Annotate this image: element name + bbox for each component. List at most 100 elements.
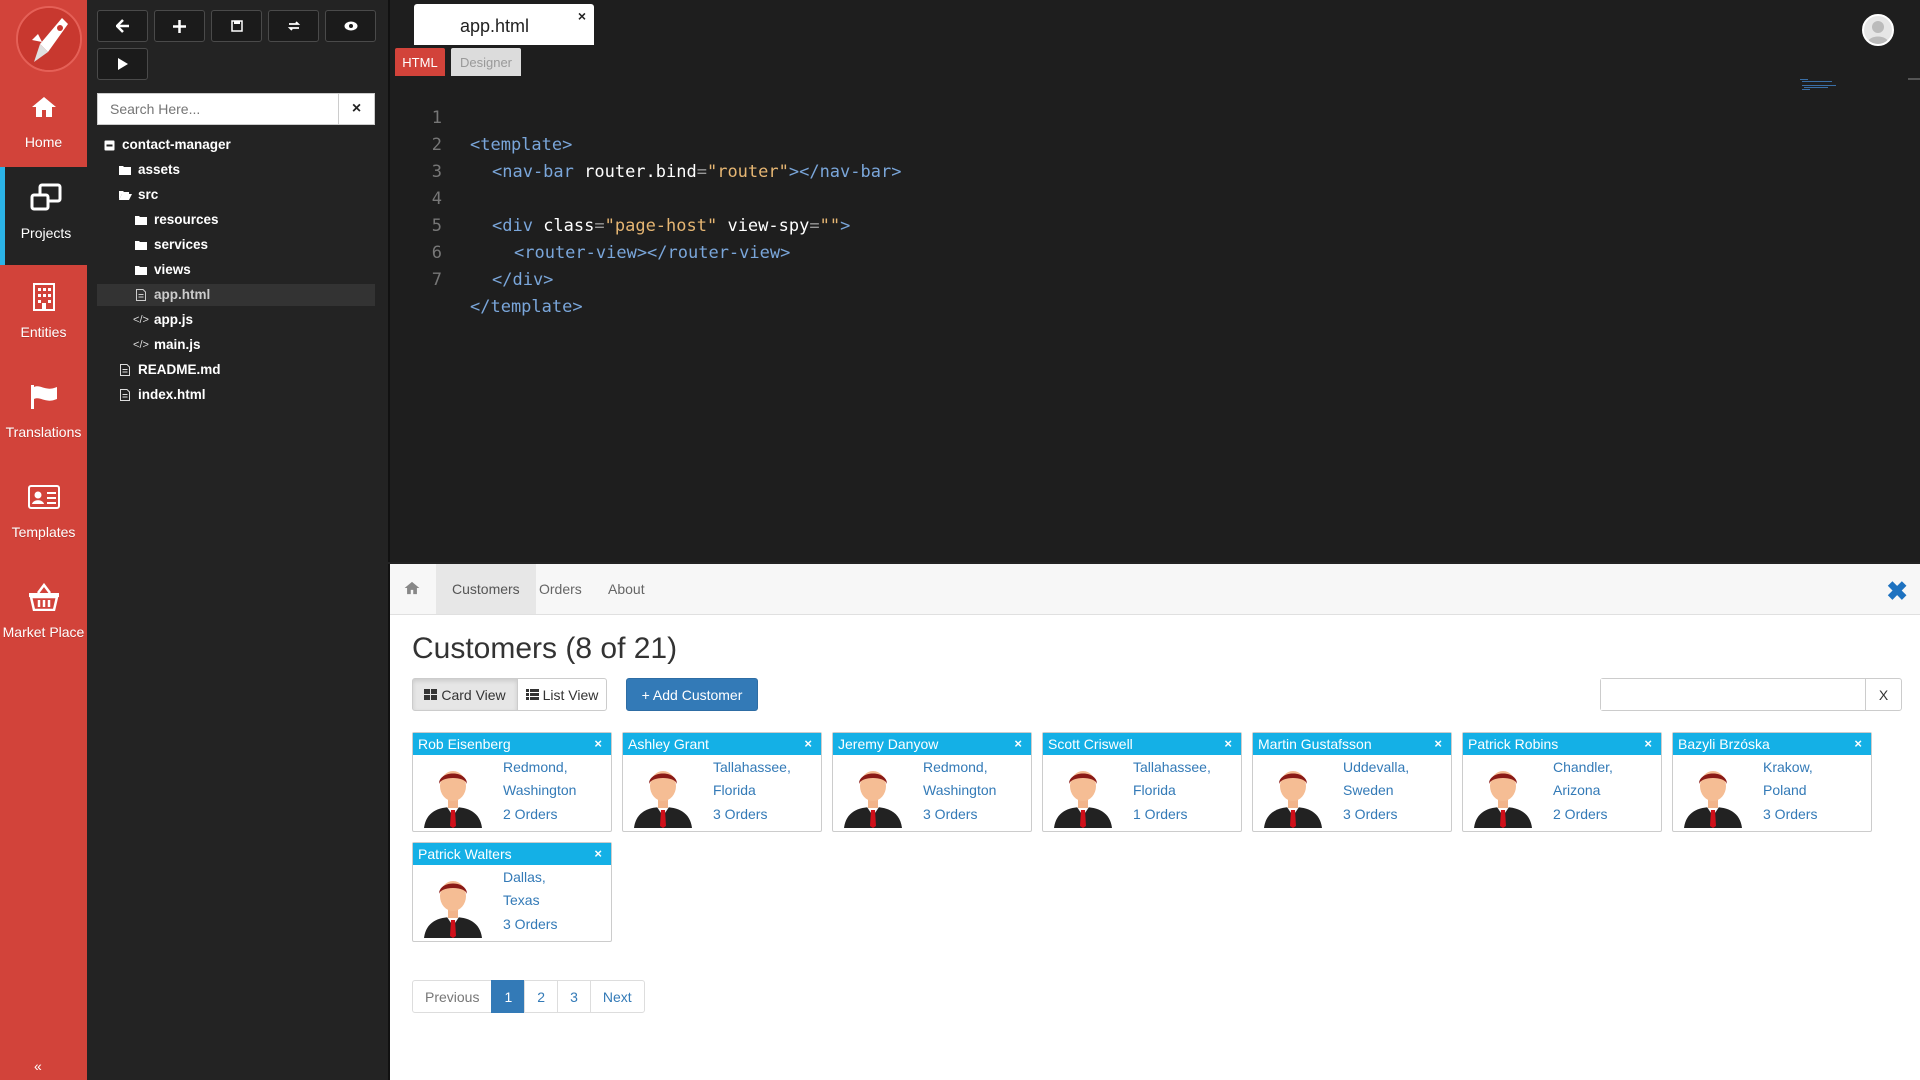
tree-label: assets xyxy=(138,162,181,177)
tab-close-button[interactable]: × xyxy=(578,8,586,24)
remove-customer-button[interactable]: × xyxy=(1854,733,1862,755)
sidebar-label-entities: Entities xyxy=(20,324,67,340)
tree-item-contact-manager[interactable]: contact-manager xyxy=(102,134,231,156)
customer-card[interactable]: Patrick Robins × Chandler, Arizona 2 Orders xyxy=(1462,732,1662,832)
home-nav-icon[interactable] xyxy=(404,581,420,600)
remove-customer-button[interactable]: × xyxy=(1644,733,1652,755)
customer-card[interactable]: Jeremy Danyow × Redmond, Washington 3 Orders xyxy=(832,732,1032,832)
refresh-button[interactable] xyxy=(268,10,319,42)
customer-region: Washington xyxy=(923,782,997,798)
back-button[interactable] xyxy=(97,10,148,42)
run-button[interactable] xyxy=(97,48,148,80)
pagination-page-1[interactable]: 1 xyxy=(491,980,526,1013)
save-icon xyxy=(230,20,243,32)
app-logo[interactable] xyxy=(16,6,82,72)
search-input[interactable] xyxy=(98,94,340,124)
customer-orders-link[interactable]: 3 Orders xyxy=(503,916,557,932)
tree-item-main-js[interactable]: </> main.js xyxy=(133,334,200,356)
customer-orders-link[interactable]: 3 Orders xyxy=(1343,806,1397,822)
customer-orders-link[interactable]: 2 Orders xyxy=(503,806,557,822)
tree-item-assets[interactable]: assets xyxy=(118,159,180,181)
app-preview-pane: Customers Orders About ✖ Customers (8 of… xyxy=(388,564,1920,1080)
search-clear-button[interactable]: × xyxy=(338,94,374,124)
tree-item-app-html[interactable]: app.html xyxy=(97,284,375,306)
sidebar-item-projects[interactable]: Projects xyxy=(0,167,87,265)
customer-card[interactable]: Scott Criswell × Tallahassee, Florida 1 Orde… xyxy=(1042,732,1242,832)
customer-card[interactable]: Ashley Grant × Tallahassee, Florida 3 Orders xyxy=(622,732,822,832)
tree-item-readme[interactable]: README.md xyxy=(118,359,221,381)
code-minimap[interactable] xyxy=(1800,78,1840,90)
pagination: Previous 1 2 3 Next xyxy=(412,980,645,1013)
designer-mode-tab[interactable]: Designer xyxy=(451,48,521,76)
add-customer-button[interactable]: + Add Customer xyxy=(626,678,758,711)
add-button[interactable] xyxy=(154,10,205,42)
tree-item-services[interactable]: services xyxy=(134,234,208,256)
sidebar-item-home[interactable]: Home xyxy=(0,76,87,174)
pagination-previous[interactable]: Previous xyxy=(412,980,493,1013)
button-label: Card View xyxy=(441,686,506,703)
user-avatar[interactable] xyxy=(1862,14,1894,46)
tab-app-html[interactable]: app.html × xyxy=(414,4,594,45)
nav-about[interactable]: About xyxy=(592,564,661,614)
tree-item-resources[interactable]: resources xyxy=(134,209,219,231)
project-explorer: × contact-manager assets src resources s… xyxy=(87,0,388,1080)
customer-region: Sweden xyxy=(1343,782,1394,798)
sidebar-label-market-place: Market Place xyxy=(2,624,85,640)
customer-city: Dallas, xyxy=(503,869,546,885)
person-avatar-icon xyxy=(1684,771,1742,828)
sidebar-item-market-place[interactable]: Market Place xyxy=(0,566,87,664)
customer-card[interactable]: Martin Gustafsson × Uddevalla, Sweden 3 Orde… xyxy=(1252,732,1452,832)
play-icon xyxy=(117,58,128,70)
tree-label: contact-manager xyxy=(122,137,231,152)
customer-orders-link[interactable]: 3 Orders xyxy=(713,806,767,822)
remove-customer-button[interactable]: × xyxy=(594,843,602,865)
pagination-next[interactable]: Next xyxy=(589,980,645,1013)
list-view-button[interactable]: List View xyxy=(517,678,607,711)
customer-card[interactable]: Bazyli Brzóska × Krakow, Poland 3 Orders xyxy=(1672,732,1872,832)
customer-orders-link[interactable]: 3 Orders xyxy=(1763,806,1817,822)
filter-input[interactable] xyxy=(1601,679,1865,710)
tree-item-index-html[interactable]: index.html xyxy=(118,384,206,406)
line-number: 7 xyxy=(431,270,442,290)
sidebar-item-translations[interactable]: Translations xyxy=(0,366,87,464)
nav-orders[interactable]: Orders xyxy=(523,564,598,614)
sidebar-item-entities[interactable]: Entities xyxy=(0,266,87,364)
tree-item-src[interactable]: src xyxy=(118,184,158,206)
remove-customer-button[interactable]: × xyxy=(1014,733,1022,755)
pagination-page-3[interactable]: 3 xyxy=(557,980,591,1013)
nav-customers[interactable]: Customers xyxy=(436,564,536,614)
code-token: > xyxy=(840,216,851,236)
html-mode-tab[interactable]: HTML xyxy=(395,48,445,76)
collapse-sidebar-button[interactable]: « xyxy=(34,1058,42,1074)
preview-button[interactable] xyxy=(325,10,376,42)
remove-customer-button[interactable]: × xyxy=(1434,733,1442,755)
customer-avatar xyxy=(1048,760,1118,828)
customer-city: Tallahassee, xyxy=(1133,759,1211,775)
sidebar-item-templates[interactable]: Templates xyxy=(0,466,87,564)
editor-scrollbar[interactable] xyxy=(1908,78,1920,80)
save-button[interactable] xyxy=(211,10,262,42)
tree-item-views[interactable]: views xyxy=(134,259,191,281)
filter-clear-button[interactable]: X xyxy=(1865,679,1901,710)
close-preview-button[interactable]: ✖ xyxy=(1886,576,1908,607)
customer-city: Chandler, xyxy=(1553,759,1613,775)
customer-avatar xyxy=(418,870,488,938)
pagination-page-2[interactable]: 2 xyxy=(524,980,559,1013)
customer-orders-link[interactable]: 2 Orders xyxy=(1553,806,1607,822)
customer-orders-link[interactable]: 1 Orders xyxy=(1133,806,1187,822)
customer-card[interactable]: Patrick Walters × Dallas, Texas 3 Orders xyxy=(412,842,612,942)
code-token: ></nav-bar> xyxy=(788,162,902,182)
card-view-button[interactable]: Card View xyxy=(412,678,518,711)
remove-customer-button[interactable]: × xyxy=(1224,733,1232,755)
folder-icon xyxy=(118,165,132,175)
customer-city: Krakow, xyxy=(1763,759,1813,775)
remove-customer-button[interactable]: × xyxy=(804,733,812,755)
customer-card-header: Scott Criswell × xyxy=(1043,733,1241,755)
code-line: 5 <router-view></router-view> xyxy=(390,186,791,263)
tree-item-app-js[interactable]: </> app.js xyxy=(133,309,193,331)
remove-customer-button[interactable]: × xyxy=(594,733,602,755)
customer-region: Texas xyxy=(503,892,540,908)
customer-card[interactable]: Rob Eisenberg × Redmond, Washington 2 Orders xyxy=(412,732,612,832)
code-area[interactable]: 1 <template> 2 <nav-bar router.bind="rou… xyxy=(390,78,1910,562)
customer-orders-link[interactable]: 3 Orders xyxy=(923,806,977,822)
